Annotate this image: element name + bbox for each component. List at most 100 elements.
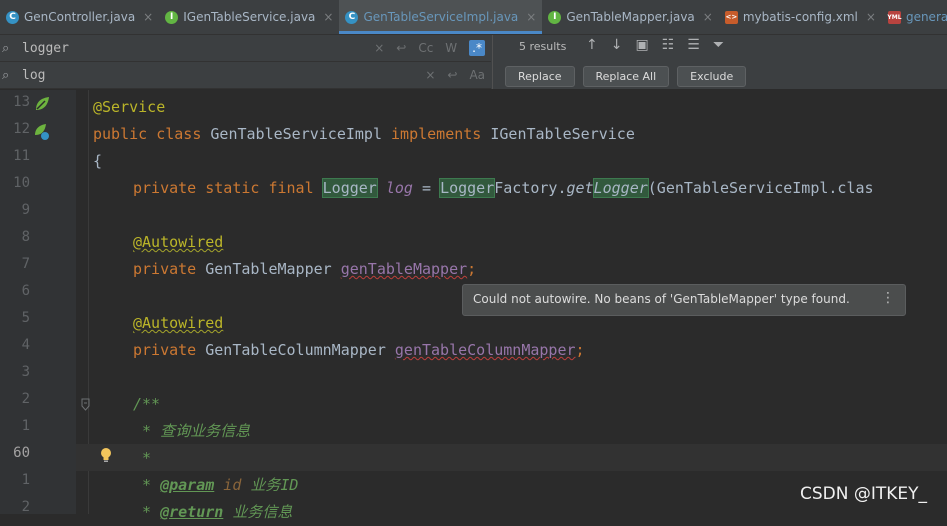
close-icon[interactable]: × (526, 10, 536, 24)
implements-icon[interactable] (33, 123, 51, 141)
tab-label: GenController.java (24, 10, 136, 24)
class-name: GenTableServiceImpl (201, 125, 392, 143)
newline-icon[interactable]: ↩ (447, 68, 457, 82)
keyword: implements (391, 125, 482, 143)
type-name: GenTableMapper (196, 260, 341, 278)
replace-button[interactable]: Replace (505, 66, 575, 87)
code-text: (GenTableServiceImpl.clas (647, 179, 874, 197)
search-icon[interactable]: ⌕ (2, 68, 18, 83)
clear-search-icon[interactable]: × (374, 41, 384, 55)
keyword: private static final (133, 179, 314, 197)
preserve-case-icon[interactable]: Aa (469, 68, 485, 82)
type-name: Factory. (494, 179, 567, 197)
semicolon: ; (467, 260, 477, 278)
comment: * (133, 476, 161, 494)
current-line-number: 60 (13, 445, 30, 461)
method-call: get (566, 179, 594, 197)
multiselect-icon[interactable]: ☷ (662, 37, 675, 53)
comment: * 查询业务信息 (133, 422, 251, 440)
line-number: 5 (21, 310, 30, 326)
code-line: * @param id 业务ID (133, 472, 298, 499)
select-all-occurrences-icon[interactable]: ▣ (635, 37, 648, 53)
whole-word-toggle[interactable]: W (445, 41, 457, 55)
autowire-tooltip: Could not autowire. No beans of 'GenTabl… (462, 284, 906, 316)
search-match: Logger (321, 178, 378, 198)
annotation: @Autowired (133, 233, 224, 251)
tab-gencontroller[interactable]: C GenController.java × (0, 0, 159, 34)
close-icon[interactable]: × (703, 10, 713, 24)
search-icon[interactable]: ⌕ (2, 41, 18, 56)
replace-buttons: Replace Replace All Exclude (505, 66, 747, 87)
javadoc-param: id (214, 476, 242, 494)
close-icon[interactable]: × (866, 10, 876, 24)
class-icon: C (345, 10, 359, 24)
spring-bean-icon[interactable] (33, 95, 51, 113)
search-row: ⌕ logger × ↩ Cc W .* (0, 35, 491, 62)
tab-igentableservice[interactable]: I IGenTableService.java × (159, 0, 339, 34)
code-line: * (133, 445, 151, 472)
arrow-down-icon[interactable]: ↓ (611, 37, 623, 53)
field[interactable]: genTableMapper (341, 260, 467, 278)
javadoc-tag: @return (160, 503, 224, 521)
field[interactable]: genTableColumnMapper (395, 341, 576, 359)
line-number: 7 (21, 256, 30, 272)
line-number: 12 (13, 121, 30, 137)
more-actions-icon[interactable]: ⋮ (881, 290, 895, 306)
find-replace-bar: ⌕ logger × ↩ Cc W .* ⌕ log × ↩ Aa 5 resu… (0, 35, 947, 90)
replace-input[interactable]: log (22, 68, 419, 83)
arrow-up-icon[interactable]: ↑ (586, 37, 598, 53)
line-number: 11 (13, 148, 30, 164)
keyword: private (133, 260, 197, 278)
search-match: Logger (439, 178, 496, 198)
interface-icon: I (548, 10, 562, 24)
line-number-gutter: 13 12 11 10 9 8 7 6 5 4 3 2 1 60 1 2 (0, 90, 76, 515)
operator: = (412, 179, 441, 197)
code-line: private GenTableMapper genTableMapper; (133, 256, 476, 283)
exclude-button[interactable]: Exclude (677, 66, 747, 87)
tab-label: generator.yml (905, 10, 947, 24)
tab-gentablemapper[interactable]: I GenTableMapper.java × (542, 0, 719, 34)
xml-icon: <> (724, 10, 738, 24)
keyword: private (133, 341, 197, 359)
tab-generator-yml[interactable]: YMLgenerator.yml× (882, 0, 947, 34)
results-count: 5 results (519, 40, 567, 53)
tab-label: IGenTableService.java (183, 10, 316, 24)
tooltip-text: Could not autowire. No beans of 'GenTabl… (473, 292, 850, 306)
interface-icon: I (165, 10, 179, 24)
line-number: 1 (21, 472, 30, 488)
search-input[interactable]: logger (22, 41, 368, 56)
code-line: * @return 业务信息 (133, 499, 292, 526)
tab-label: GenTableServiceImpl.java (363, 10, 519, 24)
in-selection-icon[interactable]: ☰ (687, 37, 700, 53)
javadoc-tag: @param (160, 476, 215, 494)
brace: { (93, 152, 103, 170)
line-number: 2 (21, 499, 30, 515)
code-line: { (93, 148, 102, 175)
clear-replace-icon[interactable]: × (425, 68, 435, 82)
code-line: private GenTableColumnMapper genTableCol… (133, 337, 585, 364)
filter-icon[interactable]: ⏷ (713, 37, 724, 53)
code-line: * 查询业务信息 (133, 418, 250, 445)
line-number: 8 (21, 229, 30, 245)
tab-mybatis-config[interactable]: <> mybatis-config.xml × (719, 0, 882, 34)
semicolon: ; (575, 341, 585, 359)
tab-gentableserviceimpl[interactable]: C GenTableServiceImpl.java × (339, 0, 543, 34)
interface-name: IGenTableService (481, 125, 635, 143)
comment: * (133, 503, 161, 521)
close-icon[interactable]: × (323, 10, 333, 24)
class-icon: C (6, 10, 19, 24)
code-line: @Service (93, 94, 165, 121)
divider (492, 35, 493, 89)
regex-toggle[interactable]: .* (469, 40, 485, 56)
replace-all-button[interactable]: Replace All (582, 66, 670, 87)
comment: 业务信息 (223, 503, 293, 521)
line-number: 9 (21, 202, 30, 218)
tab-label: GenTableMapper.java (566, 10, 695, 24)
match-case-toggle[interactable]: Cc (418, 41, 433, 55)
close-icon[interactable]: × (143, 10, 153, 24)
type-name: GenTableColumnMapper (196, 341, 395, 359)
lightbulb-icon[interactable] (100, 447, 112, 463)
yaml-icon: YML (887, 10, 902, 24)
fold-icon[interactable] (81, 398, 90, 411)
newline-icon[interactable]: ↩ (396, 41, 406, 55)
